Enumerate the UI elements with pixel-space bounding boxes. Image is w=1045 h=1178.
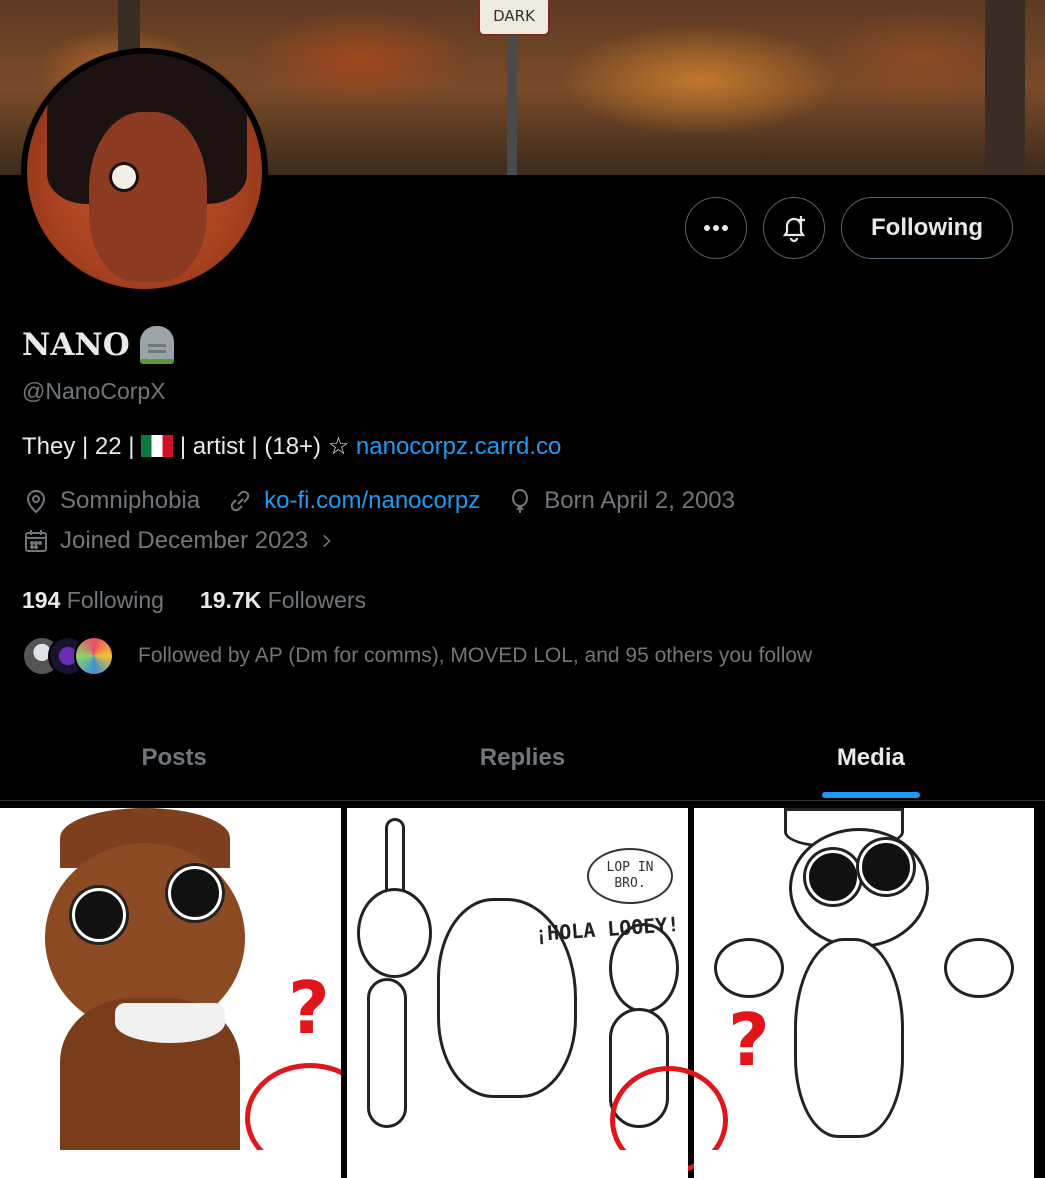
followed-by-text: Followed by AP (Dm for comms), MOVED LOL… <box>138 644 813 667</box>
avatar-image <box>27 54 262 289</box>
website-item: ko-fi.com/nanocorpz <box>226 487 480 515</box>
media-drawing-body <box>367 978 407 1128</box>
website-link[interactable]: ko-fi.com/nanocorpz <box>264 487 480 515</box>
location-item: Somniphobia <box>22 487 200 515</box>
avatar-face <box>89 112 207 282</box>
media-item[interactable] <box>0 1150 341 1178</box>
following-label: Following <box>66 587 164 613</box>
profile-avatar[interactable] <box>21 48 268 295</box>
more-icon <box>704 225 729 231</box>
profile-bio: They | 22 | | artist | (18+) ☆ nanocorpz… <box>22 432 561 461</box>
annotation-circle <box>245 1063 341 1150</box>
notify-button[interactable] <box>763 197 826 259</box>
more-button[interactable] <box>685 197 748 259</box>
media-item[interactable]: ? <box>0 808 341 1150</box>
display-name: NANO <box>22 327 130 363</box>
location-pin-icon <box>26 490 46 514</box>
media-drawing-head <box>357 888 432 978</box>
follow-counts: 194 Following 19.7K Followers <box>22 587 366 614</box>
media-character-eye <box>72 888 126 942</box>
tab-replies[interactable]: Replies <box>348 715 696 800</box>
balloon-icon <box>512 489 529 513</box>
location-text: Somniphobia <box>60 487 201 514</box>
followers-label: Followers <box>267 587 367 613</box>
bio-rest: | artist | (18+) ☆ <box>173 433 356 460</box>
avatar-eye <box>109 162 139 192</box>
media-drawing-eye <box>859 840 913 894</box>
followers-count-link[interactable]: 19.7K Followers <box>200 587 366 614</box>
mexico-flag-icon <box>141 435 174 457</box>
tab-posts[interactable]: Posts <box>0 715 348 800</box>
headstone-icon <box>139 326 174 364</box>
joined-text: Joined December 2023 <box>60 527 309 554</box>
media-grid: ? LOP IN BRO. ¡HOLA LOOEY! ? <box>0 808 1045 1178</box>
chevron-right-icon <box>323 534 331 548</box>
following-count-link[interactable]: 194 Following <box>22 587 164 614</box>
annotation-question-mark: ? <box>728 998 770 1082</box>
bio-link[interactable]: nanocorpz.carrd.co <box>356 433 561 460</box>
media-item[interactable] <box>347 1150 688 1178</box>
media-drawing-hand <box>944 938 1014 998</box>
calendar-icon <box>25 530 47 552</box>
banner-tree-trunk <box>985 0 1025 175</box>
media-character-scarf <box>115 1003 225 1043</box>
profile-tabs: Posts Replies Media <box>0 715 1045 801</box>
birthday-item: Born April 2, 2003 <box>506 487 735 515</box>
following-button[interactable]: Following <box>841 197 1013 259</box>
following-count: 194 <box>22 587 61 613</box>
profile-actions: Following <box>685 197 1013 259</box>
birthday-text: Born April 2, 2003 <box>544 487 735 514</box>
media-drawing-body <box>794 938 904 1138</box>
media-speech-bubble: LOP IN BRO. <box>587 848 673 904</box>
profile-meta-joined: Joined December 2023 <box>22 527 364 555</box>
followed-by[interactable]: Followed by AP (Dm for comms), MOVED LOL… <box>22 636 812 676</box>
media-character-eye <box>168 866 222 920</box>
banner-sign: DARK <box>478 0 550 36</box>
media-drawing-eye <box>806 850 860 904</box>
tab-media[interactable]: Media <box>697 715 1045 800</box>
annotation-question-mark: ? <box>288 966 330 1050</box>
followers-count: 19.7K <box>199 587 262 613</box>
media-item[interactable] <box>694 1150 1034 1178</box>
joined-item[interactable]: Joined December 2023 <box>22 527 338 555</box>
follower-avatar <box>74 636 114 676</box>
media-item[interactable]: ? <box>694 808 1034 1150</box>
media-drawing-hand <box>714 938 784 998</box>
bio-text: They | 22 | <box>22 433 142 460</box>
banner-sign-pole <box>507 30 517 175</box>
profile-meta: Somniphobia ko-fi.com/nanocorpz Born Apr… <box>22 487 761 515</box>
bell-plus-icon <box>782 216 806 243</box>
profile-handle: @NanoCorpX <box>22 378 166 404</box>
profile-name: NANO <box>22 326 174 364</box>
link-icon <box>230 490 250 512</box>
